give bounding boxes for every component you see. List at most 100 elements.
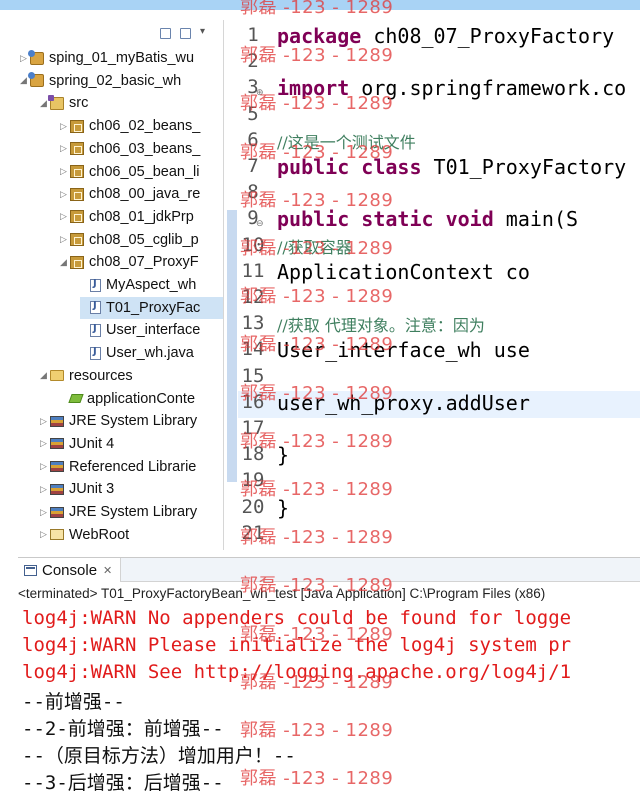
code-line[interactable]: 8 xyxy=(238,181,640,208)
code-line[interactable]: 10 //获取容器 xyxy=(238,234,640,261)
tree-item[interactable]: T01_ProxyFac xyxy=(80,296,223,319)
expanded-arrow-icon[interactable]: ◢ xyxy=(40,98,48,109)
line-number: 6 xyxy=(247,128,259,151)
close-icon[interactable]: ✕ xyxy=(103,564,112,577)
code-text: } xyxy=(277,443,289,467)
code-line[interactable]: 21 xyxy=(238,522,640,549)
tree-item[interactable]: ◢ ch08_07_ProxyF xyxy=(60,251,223,273)
tree-item[interactable]: ▷ JRE System Library xyxy=(40,410,223,432)
code-token: user_wh_proxy.addUser xyxy=(277,390,530,415)
view-menu-icon[interactable]: ▾ xyxy=(200,26,211,37)
collapsed-arrow-icon[interactable]: ▷ xyxy=(60,143,68,154)
tree-item[interactable]: ▷ ch06_02_beans_ xyxy=(60,115,223,137)
tree-item[interactable]: User_wh.java xyxy=(80,342,223,364)
tree-item[interactable]: ▷ Referenced Librarie xyxy=(40,456,223,478)
code-line[interactable]: 11 ApplicationContext co xyxy=(238,260,640,287)
library-icon xyxy=(50,483,64,495)
code-line[interactable]: 14 User_interface_wh use xyxy=(238,338,640,365)
tree-item[interactable]: ▷ ch06_03_beans_ xyxy=(60,138,223,160)
tree-item-label: src xyxy=(69,95,89,112)
code-line[interactable]: 7 public class T01_ProxyFactory xyxy=(238,155,640,182)
expanded-arrow-icon[interactable]: ◢ xyxy=(60,257,68,268)
line-number: 10 xyxy=(241,233,265,256)
code-line[interactable]: 19 xyxy=(238,469,640,496)
code-line[interactable]: 18 } xyxy=(238,443,640,470)
keyword-token: static xyxy=(361,207,434,232)
tree-item[interactable]: ▷ ch08_05_cglib_p xyxy=(60,229,223,251)
line-number: 7 xyxy=(247,155,259,177)
collapsed-arrow-icon[interactable]: ▷ xyxy=(40,484,48,495)
collapsed-arrow-icon[interactable]: ▷ xyxy=(60,234,68,245)
tree-item[interactable]: ▷ WebRoot xyxy=(40,524,223,546)
tab-console[interactable]: Console ✕ xyxy=(18,558,122,582)
code-text: //获取容器 xyxy=(277,234,352,258)
collapsed-arrow-icon[interactable]: ▷ xyxy=(40,416,48,427)
tree-item[interactable]: ▷ ch08_01_jdkPrp xyxy=(60,206,223,228)
line-number: 20 xyxy=(241,495,265,518)
tree-item-label: ch06_05_bean_li xyxy=(89,163,200,180)
collapsed-arrow-icon[interactable]: ▷ xyxy=(60,189,68,200)
tree-item[interactable]: ▷ JUnit 3 xyxy=(40,478,223,500)
code-text: import org.springframework.co xyxy=(277,76,626,100)
tree-item[interactable]: ◢ src xyxy=(40,92,223,114)
code-line[interactable]: 3 ⊕ import org.springframework.co xyxy=(238,76,640,103)
tree-item[interactable]: ▷ JRE System Library xyxy=(40,501,223,523)
java-file-icon xyxy=(90,323,101,337)
code-line[interactable]: 6 //这是一个测试文件 xyxy=(238,129,640,156)
tree-item[interactable]: ▷ ch08_00_java_re xyxy=(60,183,223,205)
tree-item-label: ch08_00_java_re xyxy=(89,186,201,203)
tree-item[interactable]: ◢ spring_02_basic_wh xyxy=(20,70,223,92)
tree-item[interactable]: ▷ JUnit 4 xyxy=(40,433,223,455)
line-number: 1 xyxy=(247,24,259,46)
fold-toggle-icon[interactable]: ⊕ xyxy=(256,87,264,98)
collapsed-arrow-icon[interactable]: ▷ xyxy=(40,461,48,472)
collapse-all-icon[interactable] xyxy=(160,28,171,39)
keyword-token: import xyxy=(277,76,350,101)
tree-item[interactable]: User_interface xyxy=(80,319,223,341)
library-icon xyxy=(50,438,64,450)
tree-item[interactable]: ▷ ch06_05_bean_li xyxy=(60,161,223,183)
folder-icon xyxy=(50,370,64,382)
code-line[interactable]: 1 package ch08_07_ProxyFactory xyxy=(238,24,640,51)
tree-item[interactable]: ◢ resources xyxy=(40,365,223,387)
tree-item-label: ch06_03_beans_ xyxy=(89,140,201,157)
line-number: 19 xyxy=(241,469,265,492)
expanded-arrow-icon[interactable]: ◢ xyxy=(40,370,48,381)
project-icon xyxy=(28,72,44,88)
expanded-arrow-icon[interactable]: ◢ xyxy=(20,75,28,86)
console-error-line: log4j:WARN No appenders could be found f… xyxy=(22,607,572,629)
tree-item-label: JUnit 3 xyxy=(69,481,115,498)
code-line[interactable]: 9 ⊖ public static void main(S xyxy=(238,207,640,234)
collapsed-arrow-icon[interactable]: ▷ xyxy=(20,53,28,64)
code-line[interactable]: 17 xyxy=(238,417,640,444)
code-line[interactable]: 20} xyxy=(238,496,640,523)
code-line[interactable]: 13 //获取 代理对象。注意：因为 xyxy=(238,312,640,339)
link-with-editor-icon[interactable] xyxy=(180,28,191,39)
code-line[interactable]: 16 user_wh_proxy.addUser xyxy=(238,390,640,418)
code-line[interactable]: 5 xyxy=(238,103,640,130)
tree-item[interactable]: ▷ sping_01_myBatis_wu xyxy=(20,47,223,69)
console-output-line: --3-后增强：后增强-- xyxy=(22,771,224,794)
tree-item[interactable]: MyAspect_wh xyxy=(80,274,223,296)
collapsed-arrow-icon[interactable]: ▷ xyxy=(60,211,68,222)
collapsed-arrow-icon[interactable]: ▷ xyxy=(40,529,48,540)
code-line[interactable]: 2 xyxy=(238,50,640,77)
code-token: main(S xyxy=(493,207,579,232)
line-number: 13 xyxy=(241,312,265,335)
console-view: Console ✕ <terminated> T01_ProxyFactoryB… xyxy=(18,557,640,796)
collapsed-arrow-icon[interactable]: ▷ xyxy=(40,438,48,449)
collapsed-arrow-icon[interactable]: ▷ xyxy=(40,507,48,518)
collapsed-arrow-icon[interactable]: ▷ xyxy=(60,166,68,177)
collapsed-arrow-icon[interactable]: ▷ xyxy=(60,121,68,132)
code-line[interactable]: 12 xyxy=(238,286,640,313)
explorer-scrollbar[interactable] xyxy=(227,210,237,482)
library-icon xyxy=(50,506,64,518)
console-output-line: --2-前增强：前增强-- xyxy=(22,718,224,741)
tree-item-label: User_interface xyxy=(106,322,201,339)
tree-item[interactable]: applicationConte xyxy=(60,388,223,410)
fold-toggle-icon[interactable]: ⊖ xyxy=(256,218,264,229)
code-editor[interactable]: 1 package ch08_07_ProxyFactory 2 3 ⊕ import o… xyxy=(238,20,640,550)
console-icon xyxy=(24,564,37,576)
code-line[interactable]: 15 xyxy=(238,365,640,392)
